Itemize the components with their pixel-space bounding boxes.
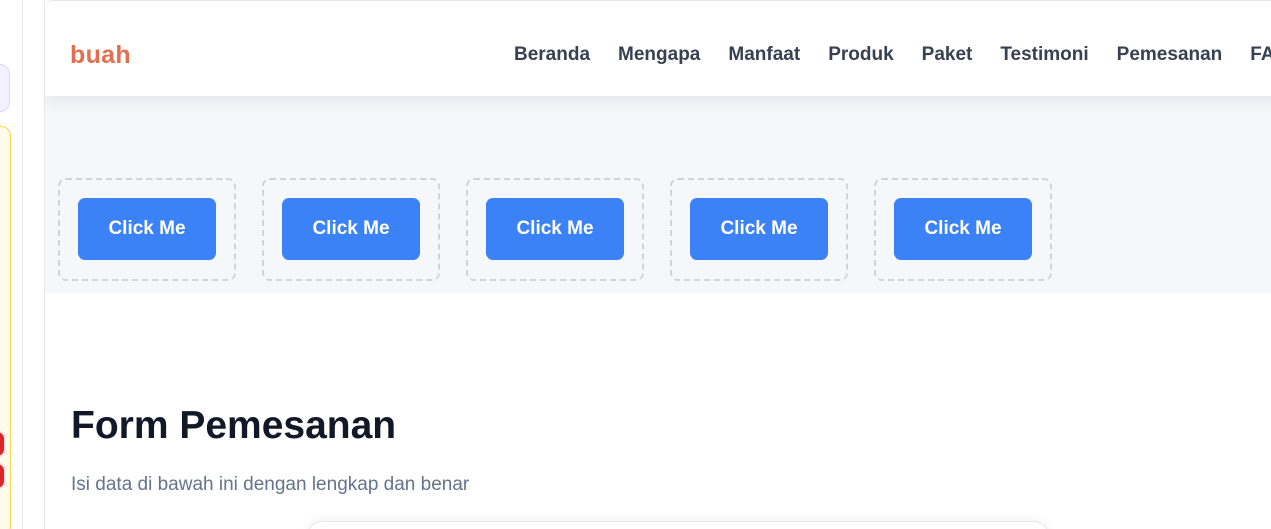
button-dropzone: Click Me — [670, 178, 848, 281]
builder-left-strip — [0, 0, 32, 529]
main-navigation: Beranda Mengapa Manfaat Produk Paket Tes… — [514, 44, 1271, 66]
click-me-button[interactable]: Click Me — [486, 198, 624, 260]
nav-link-produk[interactable]: Produk — [828, 44, 893, 66]
left-panel-tab[interactable] — [0, 64, 10, 112]
click-me-button[interactable]: Click Me — [78, 198, 216, 260]
button-dropzone: Click Me — [466, 178, 644, 281]
click-me-button[interactable]: Click Me — [690, 198, 828, 260]
form-section-title: Form Pemesanan — [71, 404, 397, 447]
page-canvas: buah Beranda Mengapa Manfaat Produk Pake… — [44, 0, 1271, 529]
nav-link-testimoni[interactable]: Testimoni — [1000, 44, 1088, 66]
button-showcase-section: Click Me Click Me Click Me Click Me Clic… — [45, 96, 1271, 293]
nav-link-beranda[interactable]: Beranda — [514, 44, 590, 66]
button-dropzone: Click Me — [874, 178, 1052, 281]
form-section-subtitle: Isi data di bawah ini dengan lengkap dan… — [71, 474, 470, 495]
brand-logo[interactable]: buah — [70, 41, 131, 70]
nav-link-faq[interactable]: FAQ — [1250, 44, 1271, 66]
click-me-button[interactable]: Click Me — [894, 198, 1032, 260]
site-navbar: buah Beranda Mengapa Manfaat Produk Pake… — [45, 0, 1271, 96]
left-strip-divider — [22, 0, 23, 529]
order-form-card — [307, 521, 1049, 529]
button-dropzone: Click Me — [58, 178, 236, 281]
nav-link-paket[interactable]: Paket — [922, 44, 973, 66]
button-dropzone: Click Me — [262, 178, 440, 281]
click-me-button[interactable]: Click Me — [282, 198, 420, 260]
nav-link-manfaat[interactable]: Manfaat — [728, 44, 800, 66]
nav-link-mengapa[interactable]: Mengapa — [618, 44, 700, 66]
nav-link-pemesanan[interactable]: Pemesanan — [1117, 44, 1223, 66]
